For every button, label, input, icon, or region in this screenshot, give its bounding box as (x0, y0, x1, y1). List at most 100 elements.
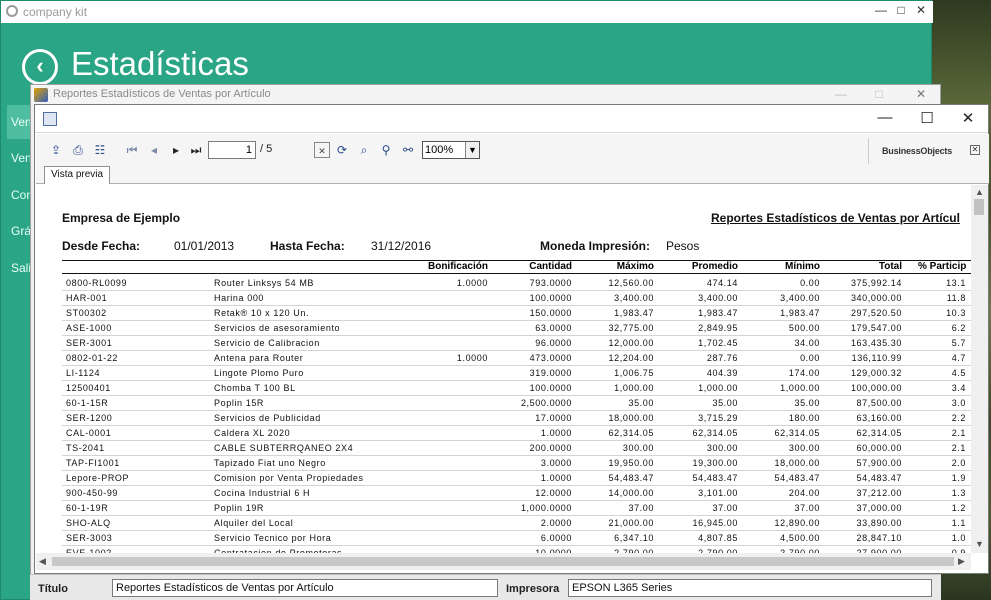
cell-total: 136,110.99 (851, 353, 902, 363)
print-icon[interactable]: ⎙ (70, 142, 86, 158)
cell-max: 1,000.00 (614, 383, 654, 393)
cell-pct: 6.2 (951, 323, 966, 333)
cell-prom: 4,807.85 (698, 533, 738, 543)
vertical-scroll-thumb[interactable] (974, 199, 984, 215)
zoom-icon[interactable]: ⚲ (378, 142, 394, 158)
cell-max: 6,347.10 (614, 533, 654, 543)
tab-vista-previa[interactable]: Vista previa (44, 166, 111, 184)
report-title: Reportes Estadísticos de Ventas por Artí… (711, 211, 960, 225)
cell-max: 1,983.47 (614, 308, 654, 318)
table-row: TAP-FI1001 Tapizado Fiat uno Negro 3.0000 1… (62, 456, 971, 471)
desde-value: 01/01/2013 (174, 239, 235, 253)
viewer-titlebar: — ☐ ✕ (35, 105, 988, 133)
back-arrow-icon[interactable]: ‹ (22, 49, 58, 85)
scroll-down-icon[interactable]: ▼ (975, 539, 984, 549)
moneda-label: Moneda Impresión: (540, 239, 651, 253)
cell-code: TS-2041 (66, 443, 105, 453)
cell-pct: 1.3 (951, 488, 966, 498)
cell-pct: 3.4 (951, 383, 966, 393)
horizontal-scroll-thumb[interactable] (52, 557, 954, 566)
horizontal-scrollbar[interactable]: ◀ ▶ (36, 553, 971, 570)
cell-pct: 2.0 (951, 458, 966, 468)
scroll-right-icon[interactable]: ▶ (958, 556, 965, 567)
cell-total: 37,212.00 (856, 488, 902, 498)
cell-min: 204.00 (788, 488, 820, 498)
cell-prom: 404.39 (706, 368, 738, 378)
report-status-bar: Título Reportes Estadísticos de Ventas p… (30, 574, 941, 600)
chevron-down-icon[interactable]: ▼ (465, 142, 479, 158)
last-page-icon[interactable]: ⏭ (188, 142, 204, 158)
cell-max: 62,314.05 (608, 428, 654, 438)
table-row: 60-1-15R Poplin 15R 2,500.0000 35.00 35.00 35… (62, 396, 971, 411)
cell-desc: CABLE SUBTERRQANEO 2X4 (214, 443, 354, 453)
logo-close-icon[interactable]: ✕ (970, 145, 980, 155)
prev-page-icon[interactable]: ◂ (146, 142, 162, 158)
cell-code: CAL-0001 (66, 428, 112, 438)
col-promedio: Promedio (691, 261, 738, 272)
next-page-icon[interactable]: ▸ (168, 142, 184, 158)
cell-pct: 1.9 (951, 473, 966, 483)
refresh-icon[interactable]: ⟳ (334, 142, 350, 158)
cell-desc: Poplin 15R (214, 398, 265, 408)
close-view-icon[interactable]: ✕ (314, 142, 330, 158)
cell-prom: 1,983.47 (698, 308, 738, 318)
reports-close-button[interactable]: ✕ (911, 87, 931, 101)
cell-total: 340,000.00 (850, 293, 902, 303)
titulo-field[interactable]: Reportes Estadísticos de Ventas por Artí… (112, 579, 498, 597)
desde-label: Desde Fecha: (62, 239, 141, 253)
cell-cant: 200.0000 (529, 443, 572, 453)
cell-desc: Cocina Industrial 6 H (214, 488, 311, 498)
vertical-scrollbar[interactable]: ▲ ▼ (971, 185, 988, 553)
cell-cant: 12.0000 (535, 488, 572, 498)
cell-min: 180.00 (788, 413, 820, 423)
viewer-maximize-button[interactable]: ☐ (912, 109, 942, 127)
cell-code: 60-1-19R (66, 503, 109, 513)
zoom-select[interactable]: 100% ▼ (422, 141, 480, 159)
cell-min: 34.00 (794, 338, 820, 348)
reports-minimize-button[interactable]: — (831, 87, 851, 101)
table-row: SER-3001 Servicio de Calibracion 96.0000 12… (62, 336, 971, 351)
cell-prom: 3,400.00 (698, 293, 738, 303)
cell-max: 19,950.00 (608, 458, 654, 468)
scroll-left-icon[interactable]: ◀ (39, 556, 46, 567)
cell-cant: 6.0000 (540, 533, 572, 543)
cell-desc: Servicios de asesoramiento (214, 323, 341, 333)
export-icon[interactable]: ⇪ (48, 142, 64, 158)
cell-desc: Caldera XL 2020 (214, 428, 291, 438)
table-row: Lepore-PROP Comision por Venta Propiedade… (62, 471, 971, 486)
cell-min: 18,000.00 (774, 458, 820, 468)
report-rows: 0800-RL0099 Router Linksys 54 MB 1.0000 793… (62, 276, 971, 553)
cell-prom: 287.76 (706, 353, 738, 363)
reports-maximize-button[interactable]: □ (869, 87, 889, 101)
viewer-close-button[interactable]: ✕ (953, 109, 983, 127)
cell-min: 3,400.00 (780, 293, 820, 303)
page-number-input[interactable]: 1 (208, 141, 256, 159)
viewer-minimize-button[interactable]: — (870, 109, 900, 126)
impresora-field[interactable]: EPSON L365 Series (568, 579, 932, 597)
cell-prom: 37.00 (712, 503, 738, 513)
col-particip: % Particip (918, 261, 967, 272)
cell-total: 63,160.00 (856, 413, 902, 423)
cell-code: 12500401 (66, 383, 111, 393)
cell-total: 54,483.47 (856, 473, 902, 483)
cell-total: 297,520.50 (850, 308, 902, 318)
scroll-up-icon[interactable]: ▲ (975, 187, 984, 197)
cell-pct: 2.1 (951, 443, 966, 453)
search-expert-icon[interactable]: ⌕ (356, 142, 372, 158)
cell-desc: Lingote Plomo Puro (214, 368, 304, 378)
table-row: 0800-RL0099 Router Linksys 54 MB 1.0000 793… (62, 276, 971, 291)
cell-prom: 300.00 (706, 443, 738, 453)
tab-strip: Vista previa (36, 166, 989, 184)
outer-close-button[interactable]: ✕ (911, 3, 931, 17)
cell-prom: 19,300.00 (692, 458, 738, 468)
group-tree-icon[interactable]: ☷ (92, 142, 108, 158)
cell-code: 0800-RL0099 (66, 278, 128, 288)
first-page-icon[interactable]: ⏮ (124, 142, 140, 158)
cell-pct: 1.1 (951, 518, 966, 528)
cell-prom: 16,945.00 (692, 518, 738, 528)
find-binoculars-icon[interactable]: ⚯ (400, 142, 416, 158)
outer-minimize-button[interactable]: — (871, 3, 891, 17)
cell-pct: 11.8 (946, 293, 966, 303)
outer-maximize-button[interactable]: □ (891, 3, 911, 17)
cell-pct: 3.0 (951, 398, 966, 408)
